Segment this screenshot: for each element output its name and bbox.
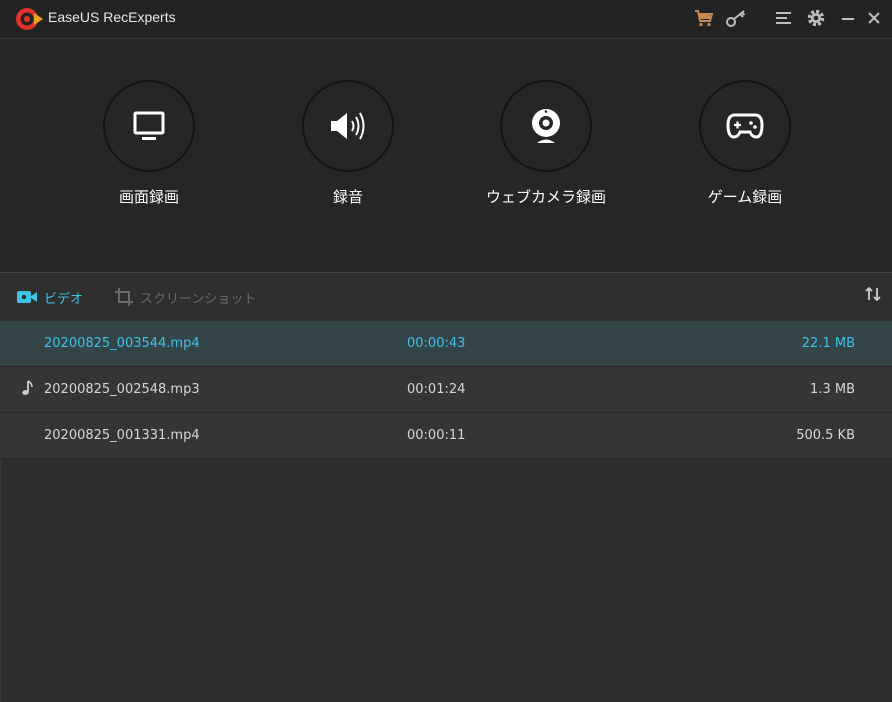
tab-label: ビデオ — [44, 291, 84, 307]
file-name: 20200825_003544.mp4 — [44, 336, 200, 351]
list-item[interactable]: 20200825_002548.mp3 00:01:24 1.3 MB — [0, 367, 892, 413]
monitor-icon — [103, 80, 195, 172]
cart-icon[interactable] — [693, 7, 715, 29]
gamepad-icon — [699, 80, 791, 172]
webcam-record-button[interactable]: ウェブカメラ録画 — [446, 80, 646, 207]
menu-icon[interactable] — [773, 7, 795, 29]
file-name: 20200825_002548.mp3 — [44, 382, 200, 397]
game-record-button[interactable]: ゲーム録画 — [645, 80, 845, 207]
mode-label: ウェブカメラ録画 — [485, 188, 606, 206]
recording-mode-panel: 画面録画 録音 ウェブカメラ録画 ゲーム録画 — [0, 39, 892, 272]
app-window: EaseUS RecExperts 画面録画 録音 ウェブカメラ録画 ゲーム録画… — [0, 0, 892, 702]
key-icon[interactable] — [725, 7, 747, 29]
tab-screenshot[interactable]: スクリーンショット — [114, 287, 256, 307]
close-icon[interactable] — [863, 7, 885, 29]
screen-record-button[interactable]: 画面録画 — [49, 80, 249, 207]
title-bar: EaseUS RecExperts — [0, 0, 892, 39]
list-item[interactable]: 20200825_001331.mp4 00:00:11 500.5 KB — [0, 413, 892, 459]
crop-icon — [115, 288, 133, 306]
mode-label: ゲーム録画 — [707, 188, 783, 206]
app-logo-icon — [16, 8, 43, 30]
list-empty-area — [0, 459, 892, 702]
sort-icon[interactable] — [864, 285, 882, 303]
list-item[interactable]: 20200825_003544.mp4 00:00:43 22.1 MB — [0, 321, 892, 367]
file-duration: 00:00:43 — [407, 336, 466, 351]
tab-video[interactable]: ビデオ — [16, 287, 83, 307]
video-icon — [17, 291, 37, 303]
mode-label: 画面録画 — [118, 188, 179, 206]
minimize-icon[interactable] — [837, 7, 859, 29]
file-size: 1.3 MB — [810, 382, 855, 397]
mode-label: 録音 — [332, 188, 363, 206]
file-duration: 00:01:24 — [407, 382, 466, 397]
media-tabs: ビデオ スクリーンショット — [0, 273, 892, 321]
file-duration: 00:00:11 — [407, 428, 466, 443]
recordings-list: 20200825_003544.mp4 00:00:43 22.1 MB 202… — [0, 321, 892, 459]
speaker-icon — [302, 80, 394, 172]
audio-record-button[interactable]: 録音 — [248, 80, 448, 207]
music-note-icon — [22, 380, 33, 395]
file-name: 20200825_001331.mp4 — [44, 428, 200, 443]
file-size: 500.5 KB — [796, 428, 855, 443]
file-size: 22.1 MB — [801, 336, 855, 351]
tab-label: スクリーンショット — [140, 291, 257, 307]
app-title: EaseUS RecExperts — [48, 9, 176, 25]
gear-icon[interactable] — [805, 7, 827, 29]
webcam-icon — [500, 80, 592, 172]
